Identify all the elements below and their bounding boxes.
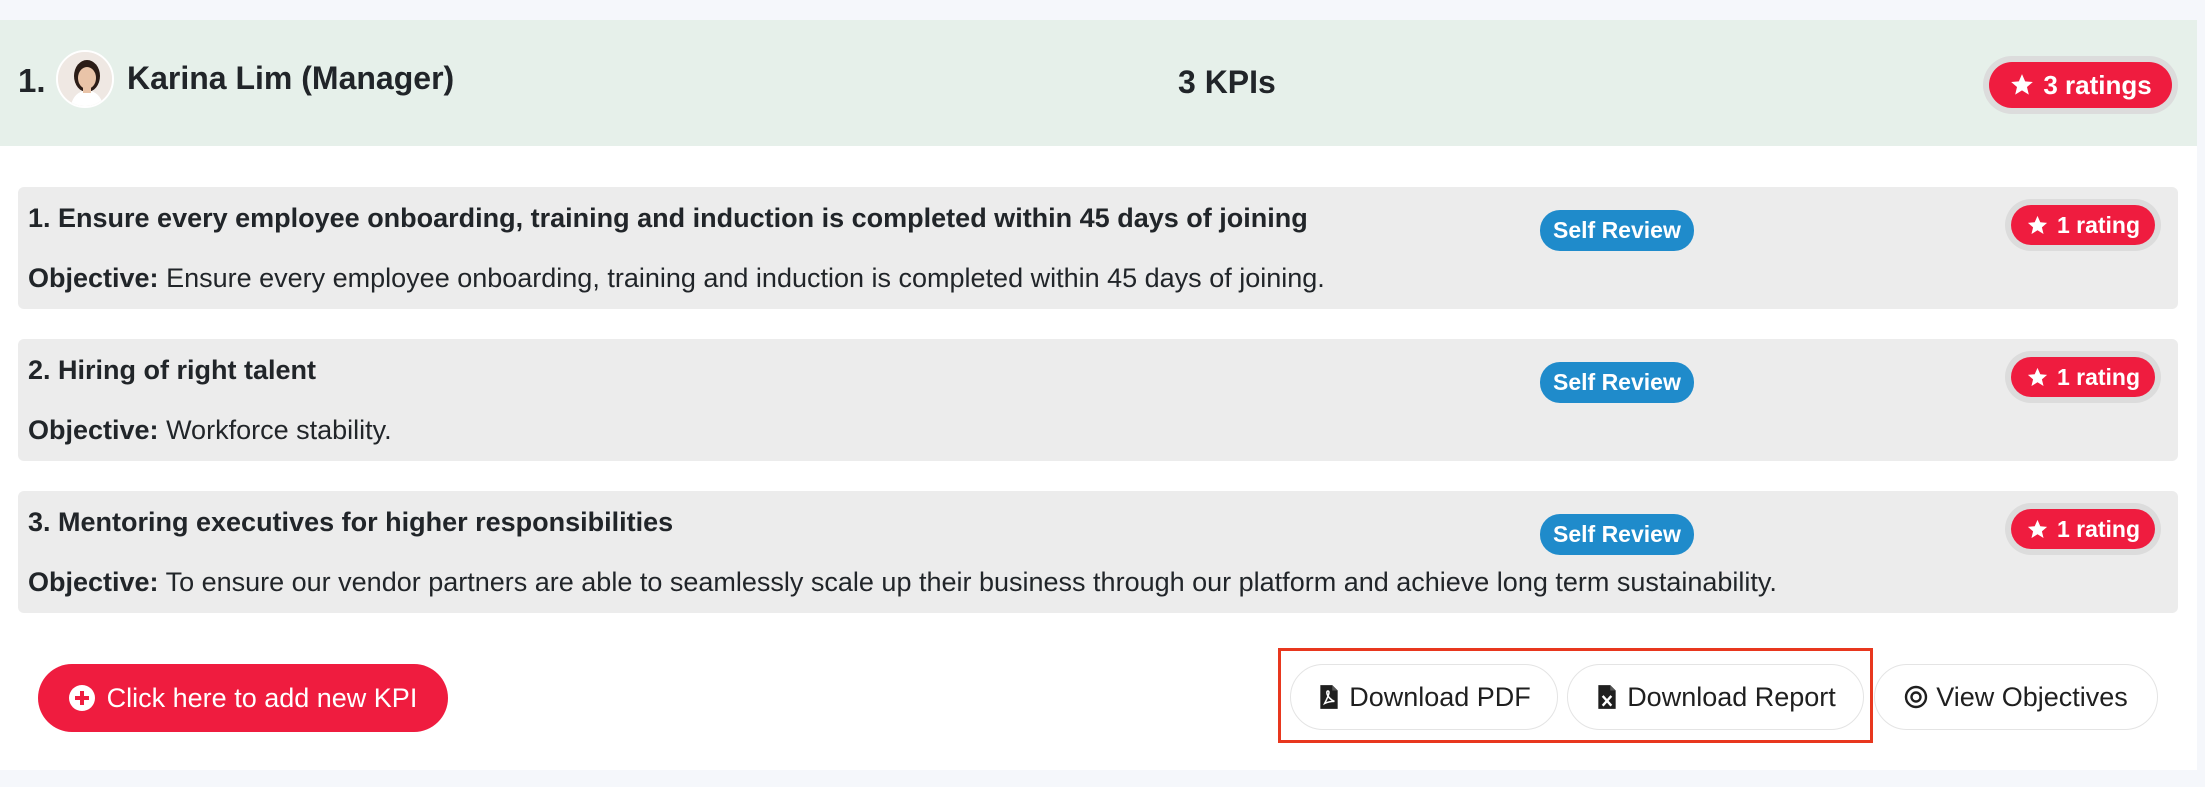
rating-label: 1 rating <box>2056 363 2141 390</box>
kpi-item: 2. Hiring of right talent Self Review 1 … <box>18 339 2178 461</box>
plus-circle-icon <box>68 685 95 711</box>
download-pdf-label: Download PDF <box>1349 681 1531 712</box>
file-pdf-icon <box>1320 685 1338 709</box>
download-report-label: Download Report <box>1627 681 1836 712</box>
add-kpi-button[interactable]: Click here to add new KPI <box>38 664 448 732</box>
file-excel-icon <box>1598 685 1616 709</box>
kpi-item: 1. Ensure every employee onboarding, tra… <box>18 187 2178 309</box>
objective-text: To ensure our vendor partners are able t… <box>165 567 1777 597</box>
self-review-badge[interactable]: Self Review <box>1540 210 1694 251</box>
kpi-title: 1. Ensure every employee onboarding, tra… <box>28 203 1308 233</box>
star-icon <box>2027 367 2048 386</box>
kpi-rating-badge[interactable]: 1 rating <box>2005 199 2161 251</box>
rating-label: 1 rating <box>2056 515 2141 542</box>
kpi-title: 2. Hiring of right talent <box>28 355 316 385</box>
ratings-label: 3 ratings <box>2043 69 2152 100</box>
view-objectives-label: View Objectives <box>1936 681 2128 712</box>
download-report-button[interactable]: Download Report <box>1567 664 1864 730</box>
objective-text: Ensure every employee onboarding, traini… <box>166 263 1325 293</box>
objective-label: Objective: <box>28 263 159 293</box>
add-kpi-label: Click here to add new KPI <box>106 682 418 713</box>
download-pdf-button[interactable]: Download PDF <box>1290 664 1558 730</box>
objective-label: Objective: <box>28 567 159 597</box>
kpi-objective: Objective: To ensure our vendor partners… <box>28 567 1777 598</box>
kpi-objective: Objective: Ensure every employee onboard… <box>28 263 1325 294</box>
star-icon <box>2011 74 2034 95</box>
kpi-rating-badge[interactable]: 1 rating <box>2005 351 2161 403</box>
kpi-objective: Objective: Workforce stability. <box>28 415 392 446</box>
employee-header[interactable]: 1. Karina Lim (Manager) 3 KPIs 3 ratings <box>0 20 2197 146</box>
objective-label: Objective: <box>28 415 159 445</box>
self-review-badge[interactable]: Self Review <box>1540 362 1694 403</box>
avatar <box>56 50 114 108</box>
kpi-item: 3. Mentoring executives for higher respo… <box>18 491 2178 613</box>
star-icon <box>2027 215 2048 234</box>
view-objectives-button[interactable]: View Objectives <box>1874 664 2158 730</box>
kpi-title: 3. Mentoring executives for higher respo… <box>28 507 674 537</box>
objective-text: Workforce stability. <box>166 415 392 445</box>
self-review-badge[interactable]: Self Review <box>1540 514 1694 555</box>
employee-index: 1. <box>18 62 46 99</box>
rating-label: 1 rating <box>2056 211 2141 238</box>
star-icon <box>2027 519 2048 538</box>
target-icon <box>1905 685 1928 709</box>
employee-name: Karina Lim (Manager) <box>127 60 455 96</box>
kpi-rating-badge[interactable]: 1 rating <box>2005 503 2161 555</box>
total-ratings-badge[interactable]: 3 ratings <box>1983 56 2178 114</box>
kpi-count: 3 KPIs <box>1178 64 1276 100</box>
